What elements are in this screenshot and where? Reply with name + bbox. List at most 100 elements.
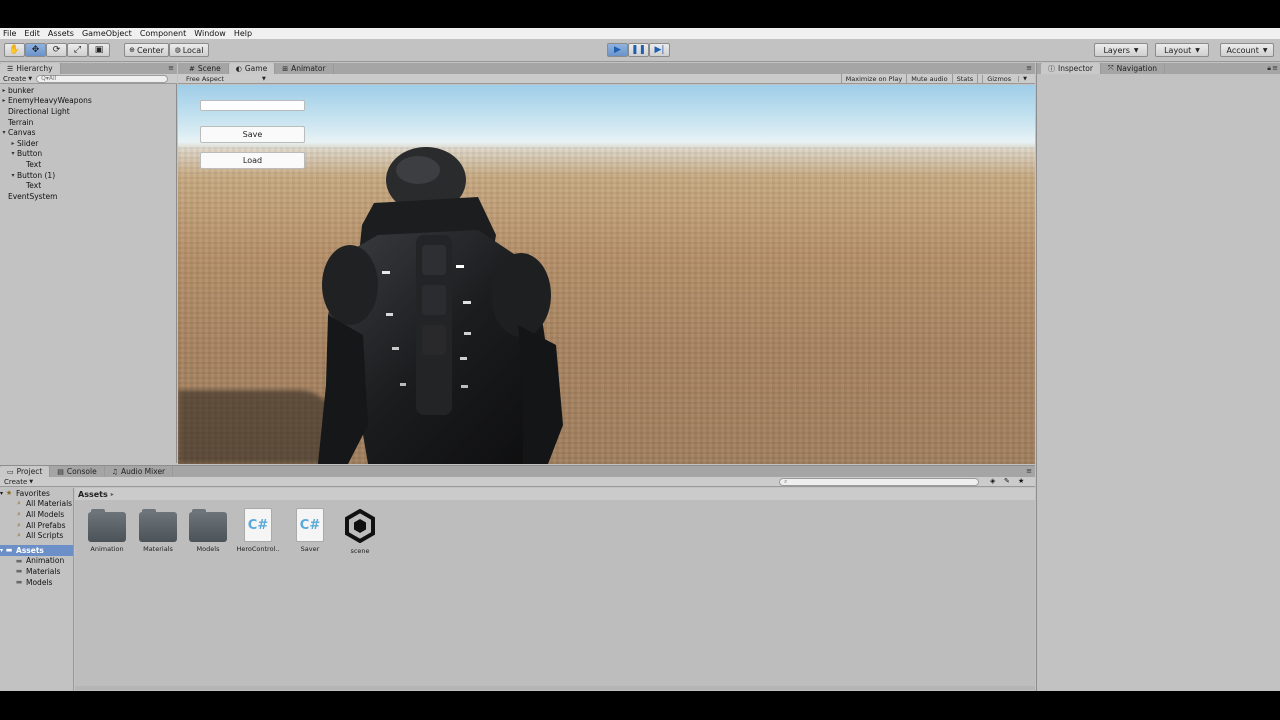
menu-file[interactable]: File [3,29,16,38]
folder-tree-item[interactable]: ⌕ All Prefabs [0,520,73,531]
scale-tool-button[interactable]: ⤢ [67,43,88,57]
game-view-panel: # Scene ◐ Game ⊞ Animator ≡ Free Aspect … [178,63,1035,465]
collapsed-arrow-icon[interactable]: ▸ [0,97,8,104]
hierarchy-item[interactable]: Terrain [0,117,177,128]
gizmos-dropdown[interactable]: Gizmos ▼ [977,74,1035,84]
csharp-script-icon: C# [244,508,272,542]
tab-audio-mixer[interactable]: ♫ Audio Mixer [105,466,174,477]
hierarchy-item[interactable]: Directional Light [0,106,177,117]
game-text-input[interactable] [200,100,305,111]
folder-tree-item[interactable]: ▬ Models [0,577,73,588]
panel-menu-icon[interactable]: ≡ [1026,467,1032,475]
hierarchy-item[interactable]: ▾ Canvas [0,127,177,138]
hierarchy-item[interactable]: ▸ EnemyHeavyWeapons [0,96,177,107]
filter-by-type-icon[interactable]: ◈ [990,477,995,485]
folder-tree-item[interactable]: ⌕ All Models [0,509,73,520]
rect-tool-button[interactable]: ▣ [88,43,110,57]
hierarchy-item[interactable]: EventSystem [0,191,177,202]
play-button[interactable]: ▶ [607,43,628,57]
folder-tree-label: Animation [26,556,65,566]
hierarchy-item[interactable]: ▾ Button (1) [0,170,177,181]
hierarchy-create-button[interactable]: Create ▼ [3,75,32,83]
tab-console[interactable]: ▤ Console [50,466,105,477]
tab-inspector[interactable]: ⓘ Inspector [1041,63,1101,74]
folder-tree-item[interactable]: ▾ ▬ Assets [0,544,73,556]
hierarchy-item-label: bunker [8,85,35,95]
expanded-arrow-icon[interactable]: ▾ [0,547,3,554]
folder-icon [189,509,227,542]
asset-item[interactable]: Materials [133,508,183,553]
stats-toggle[interactable]: Stats [951,74,978,84]
project-create-label: Create [4,478,28,486]
collapsed-arrow-icon[interactable]: ▸ [0,87,8,94]
folder-icon [139,509,177,542]
asset-item[interactable]: Animation [82,508,132,553]
tab-scene[interactable]: # Scene [182,63,229,74]
aspect-dropdown[interactable]: Free Aspect ▼ [186,75,266,83]
tab-console-label: Console [66,467,97,476]
favorite-star-icon[interactable]: ★ [1018,477,1024,485]
lock-icon[interactable]: 🔒︎ [1267,64,1271,73]
menu-component[interactable]: Component [140,29,186,38]
hand-tool-button[interactable]: ✋ [4,43,25,57]
mute-audio-toggle[interactable]: Mute audio [906,74,951,84]
rotate-tool-button[interactable]: ⟳ [46,43,67,57]
layers-dropdown[interactable]: Layers ▼ [1094,43,1148,57]
play-icon: ▶ [614,44,621,55]
load-button[interactable]: Load [200,152,305,169]
folder-tree-item[interactable]: ▬ Materials [0,566,73,577]
step-button[interactable]: ▶| [649,43,670,57]
panel-menu-icon[interactable]: ≡ [1026,64,1032,72]
hierarchy-item[interactable]: ▾ Button [0,149,177,160]
menu-window[interactable]: Window [194,29,226,38]
tab-navigation[interactable]: ⤧ Navigation [1101,63,1166,74]
hierarchy-search-input[interactable]: Q▾All [36,74,169,83]
expanded-arrow-icon[interactable]: ▾ [0,490,3,497]
maximize-on-play-toggle[interactable]: Maximize on Play [840,74,907,84]
account-dropdown[interactable]: Account ▼ [1220,43,1274,57]
folder-tree-item[interactable]: ⌕ All Materials [0,499,73,510]
save-button[interactable]: Save [200,126,305,143]
menu-help[interactable]: Help [234,29,252,38]
menu-gameobject[interactable]: GameObject [82,29,132,38]
tab-animator[interactable]: ⊞ Animator [275,63,334,74]
filter-by-label-icon[interactable]: ✎ [1004,477,1010,485]
panel-menu-icon[interactable]: ≡ [1272,64,1278,72]
pause-button[interactable]: ❚❚ [628,43,649,57]
folder-tree-item[interactable]: ▬ Animation [0,556,73,567]
folder-icon: ▬ [15,556,23,565]
hierarchy-panel: ☰ Hierarchy ≡ Create ▼ Q▾All ▸ bunker ▸ Ene… [0,63,177,463]
layout-dropdown[interactable]: Layout ▼ [1155,43,1209,57]
project-search-input[interactable]: ⌕ [779,478,979,486]
hierarchy-item[interactable]: ▸ bunker [0,85,177,96]
hierarchy-item[interactable]: ▸ Slider [0,138,177,149]
horizontal-scrollbar[interactable] [75,686,1035,690]
expanded-arrow-icon[interactable]: ▾ [9,172,17,179]
menu-assets[interactable]: Assets [48,29,74,38]
asset-item[interactable]: Models [183,508,233,553]
expanded-arrow-icon[interactable]: ▾ [0,129,8,136]
expanded-arrow-icon[interactable]: ▾ [9,150,17,157]
folder-tree-item[interactable]: ▾ ★ Favorites [0,488,73,499]
move-tool-button[interactable]: ✥ [25,43,46,57]
tab-hierarchy[interactable]: ☰ Hierarchy [0,63,61,74]
panel-menu-icon[interactable]: ≡ [168,64,174,72]
project-create-button[interactable]: Create ▼ [4,478,33,486]
hierarchy-item-label: Canvas [8,128,36,138]
collapsed-arrow-icon[interactable]: ▸ [9,140,17,147]
asset-item[interactable]: C# Saver [285,508,335,553]
pivot-center-toggle[interactable]: ⊕ Center [124,43,169,57]
folder-tree-item[interactable]: ⌕ All Scripts [0,530,73,541]
asset-item[interactable]: C# HeroControl.. [233,508,283,553]
tab-game[interactable]: ◐ Game [228,63,276,74]
menu-edit[interactable]: Edit [24,29,40,38]
hierarchy-item[interactable]: Text [0,159,177,170]
tab-game-label: Game [244,64,268,73]
tab-project[interactable]: ▭ Project [0,466,51,477]
game-viewport[interactable]: Save Load [178,85,1035,464]
hierarchy-item-label: Slider [17,138,39,148]
asset-item[interactable]: scene [335,508,385,555]
hierarchy-item[interactable]: Text [0,180,177,191]
space-local-toggle[interactable]: ◍ Local [169,43,209,57]
breadcrumb-assets[interactable]: Assets [78,490,108,499]
